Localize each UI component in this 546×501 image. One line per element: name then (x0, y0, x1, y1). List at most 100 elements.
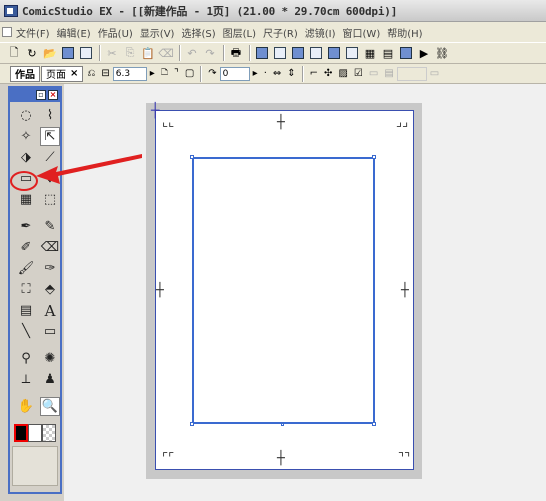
fill-icon[interactable]: ⛶ (16, 280, 36, 299)
properties-icon[interactable] (290, 45, 306, 61)
size-step-icon[interactable]: ⊟ (101, 68, 109, 79)
angle-arrow-icon[interactable]: ▸ (253, 68, 258, 79)
menu-file[interactable]: 文件(F) (16, 25, 50, 40)
registration-mark-left: ┼ (156, 283, 164, 298)
menu-select[interactable]: 选择(S) (181, 25, 215, 40)
ellipse-select-icon[interactable]: ◌ (16, 106, 36, 125)
magic-wand-icon[interactable]: ✧ (16, 127, 36, 146)
dot-icon[interactable]: · (264, 68, 267, 79)
registration-mark-top: ┼ (277, 115, 285, 130)
frame-mid-handle[interactable] (281, 423, 284, 426)
main-color-swatch[interactable] (14, 424, 28, 442)
tab-close-button[interactable]: × (70, 68, 78, 79)
transparent-swatch[interactable] (42, 424, 56, 442)
flip-vertical-icon[interactable]: ⇕ (287, 68, 295, 79)
save-icon[interactable] (60, 45, 76, 61)
gradient-icon[interactable]: ▤ (16, 301, 36, 320)
brush-icon[interactable]: 🖌 (16, 259, 36, 278)
pattern-brush-icon[interactable]: ⬘ (40, 280, 60, 299)
action-icon[interactable]: ▶ (416, 45, 432, 61)
new-page-icon[interactable]: ↻ (24, 45, 40, 61)
new-file-icon[interactable]: 🗋 (6, 45, 22, 61)
main-toolbar: 🗋 ↻ 📂 ✂ ⎘ 📋 ⌫ ↶ ↷ 🖶 ▦ ▤ ▶ ⛓ (0, 42, 546, 64)
copy-icon[interactable]: ⎘ (122, 45, 138, 61)
print-icon[interactable]: 🖶 (228, 45, 244, 61)
frame-handle[interactable] (372, 422, 376, 426)
menu-view[interactable]: 显示(V) (140, 25, 175, 40)
ruler-snap-icon[interactable]: ⌐ (310, 68, 318, 79)
redo-icon[interactable]: ↷ (202, 45, 218, 61)
flip-horizontal-icon[interactable]: ⇔ (273, 68, 281, 79)
menu-ruler[interactable]: 尺子(R) (263, 25, 298, 40)
menu-help[interactable]: 帮助(H) (387, 25, 422, 40)
panel-frame[interactable] (192, 157, 375, 424)
tool-palette-header[interactable]: ▫ × (10, 88, 60, 102)
line-icon[interactable]: ╲ (16, 322, 36, 341)
image-icon[interactable]: ▨ (338, 68, 347, 79)
angle-field[interactable]: 0 (219, 66, 250, 81)
page-shape-icon[interactable]: ▢ (185, 68, 194, 79)
minimize-icon[interactable]: ▫ (36, 90, 46, 100)
close-icon[interactable]: × (48, 90, 58, 100)
tool-options-icon[interactable] (308, 45, 324, 61)
navigator-icon[interactable] (272, 45, 288, 61)
cut-icon[interactable]: ✂ (104, 45, 120, 61)
brush-size-field[interactable]: 6.3 (112, 66, 147, 81)
menu-work[interactable]: 作品(U) (98, 25, 133, 40)
menu-edit[interactable]: 编辑(E) (57, 25, 91, 40)
perspective-ruler-icon[interactable]: ⬚ (40, 190, 60, 209)
layer-move-icon[interactable]: ⬗ (16, 148, 36, 167)
delete-icon[interactable]: ⌫ (158, 45, 174, 61)
menu-window[interactable]: 窗口(W) (343, 25, 381, 40)
tab-work[interactable]: 作品 (10, 65, 40, 82)
save-as-icon[interactable] (78, 45, 94, 61)
size-arrow-icon[interactable]: ▸ (150, 68, 155, 79)
pen-icon[interactable]: ✒ (16, 217, 36, 236)
materials-icon[interactable] (398, 45, 414, 61)
eraser-icon[interactable]: ⌫ (40, 238, 60, 257)
text-icon[interactable]: A (40, 301, 60, 320)
tool-options-bar: 作品 页面 × ⎌ ⊟ 6.3 ▸ 🗅 ⌝ ▢ ↷ 0 ▸ · ⇔ ⇕ ⌐ ✣ ▨… (0, 64, 546, 84)
open-icon[interactable]: 📂 (42, 45, 58, 61)
menu-layer[interactable]: 图层(L) (223, 25, 256, 40)
airbrush-icon[interactable]: ✑ (40, 259, 60, 278)
info-icon[interactable] (344, 45, 360, 61)
system-menu-icon[interactable] (2, 27, 12, 37)
disabled-grid-icon: ▤ (384, 68, 394, 79)
tool-palette: ▫ × ◌ ⌇ ✧ ⇱ ⬗ ⟋ ▭ ✥ ▦ ⬚ ✒ ✎ ✐ ⌫ 🖌 ✑ ⛶ ⬘ … (8, 86, 62, 494)
highlight-circle (10, 171, 38, 191)
frame-handle[interactable] (372, 155, 376, 159)
brush-shape-icon[interactable]: ⎌ (87, 68, 95, 79)
menu-filter[interactable]: 滤镜(I) (305, 25, 336, 40)
hand-icon[interactable]: ✋ (16, 397, 36, 416)
frame-handle[interactable] (190, 422, 194, 426)
undo-icon[interactable]: ↶ (184, 45, 200, 61)
marker-icon[interactable]: ✐ (16, 238, 36, 257)
corner-icon[interactable]: ⌝ (174, 68, 179, 79)
frame-handle[interactable] (190, 155, 194, 159)
paste-icon[interactable]: 📋 (140, 45, 156, 61)
app-icon (4, 4, 18, 17)
rectangle-icon[interactable]: ▭ (40, 322, 60, 341)
layer-palette-icon[interactable] (254, 45, 270, 61)
disabled-field (396, 66, 427, 81)
color-palette-icon[interactable]: ▦ (362, 45, 378, 61)
balloon-icon[interactable]: ⚲ (16, 349, 36, 368)
tone-scrape-icon[interactable]: ⟂ (16, 370, 36, 389)
lasso-icon[interactable]: ⌇ (40, 106, 60, 125)
start-shape-icon[interactable]: 🗅 (161, 65, 168, 82)
history-icon[interactable] (326, 45, 342, 61)
rotate-icon[interactable]: ↷ (208, 68, 216, 79)
object-select-icon[interactable]: ⇱ (40, 127, 60, 146)
zoom-icon[interactable]: 🔍 (40, 397, 60, 416)
stamp-icon[interactable]: ♟ (40, 370, 60, 389)
panel-ruler-icon[interactable]: ▦ (16, 190, 36, 209)
grid-icon[interactable]: ▤ (380, 45, 396, 61)
tab-page[interactable]: 页面 × (41, 65, 84, 82)
sub-color-swatch[interactable] (28, 424, 42, 442)
effect-line-icon[interactable]: ✺ (40, 349, 60, 368)
link-icon[interactable]: ⛓ (434, 45, 450, 61)
pencil-icon[interactable]: ✎ (40, 217, 60, 236)
check-icon[interactable]: ☑ (354, 68, 363, 79)
transform-icon[interactable]: ✣ (324, 68, 332, 79)
